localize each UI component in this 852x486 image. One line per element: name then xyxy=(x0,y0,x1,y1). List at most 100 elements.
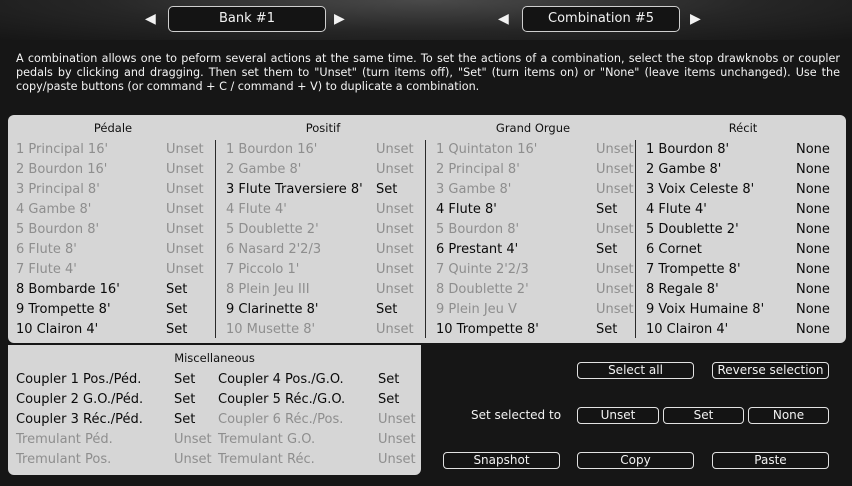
stop-name: 8 Doublette 2' xyxy=(436,282,529,297)
stop-row[interactable]: 4 Flute 4' None xyxy=(646,200,842,220)
division-recit: Récit 1 Bourdon 8' None 2 Gambe 8' None 3 Voi… xyxy=(638,115,848,343)
stop-state: Unset xyxy=(596,302,634,317)
column-divider xyxy=(215,140,216,338)
combination-selector[interactable]: Combination #5 xyxy=(522,6,680,32)
stop-row[interactable]: 5 Doublette 2' Unset xyxy=(226,220,422,240)
reverse-selection-button[interactable]: Reverse selection xyxy=(712,362,829,379)
stop-row[interactable]: 10 Trompette 8' Set xyxy=(436,320,632,340)
paste-button[interactable]: Paste xyxy=(712,452,829,469)
stop-state: None xyxy=(796,182,830,197)
stop-row[interactable]: 3 Gambe 8' Unset xyxy=(436,180,634,200)
stop-state: Set xyxy=(166,322,188,337)
stop-name: 6 Prestant 4' xyxy=(436,242,519,257)
stop-row[interactable]: 9 Voix Humaine 8' None xyxy=(646,300,842,320)
stop-name: 1 Principal 16' xyxy=(16,142,109,157)
misc-row[interactable]: Coupler 4 Pos./G.O. Set xyxy=(218,370,418,390)
misc-row[interactable]: Coupler 2 G.O./Péd. Set xyxy=(16,390,216,410)
copy-button[interactable]: Copy xyxy=(577,452,694,469)
stop-row[interactable]: 8 Plein Jeu III Unset xyxy=(226,280,422,300)
stop-row[interactable]: 1 Bourdon 8' None xyxy=(646,140,842,160)
description-text: A combination allows one to peform sever… xyxy=(16,52,840,93)
stop-row[interactable]: 2 Bourdon 16' Unset xyxy=(16,160,212,180)
stop-name: 10 Musette 8' xyxy=(226,322,316,337)
stop-row[interactable]: 6 Nasard 2'2/3 Unset xyxy=(226,240,422,260)
stop-name: 3 Gambe 8' xyxy=(436,182,512,197)
stop-row[interactable]: 10 Clairon 4' None xyxy=(646,320,842,340)
bank-selector[interactable]: Bank #1 xyxy=(168,6,326,32)
stop-row[interactable]: 10 Musette 8' Unset xyxy=(226,320,422,340)
stop-row[interactable]: 7 Trompette 8' None xyxy=(646,260,842,280)
stop-name: 4 Flute 8' xyxy=(436,202,497,217)
stop-row[interactable]: 9 Plein Jeu V Unset xyxy=(436,300,634,320)
stop-row[interactable]: 1 Bourdon 16' Unset xyxy=(226,140,422,160)
stop-row[interactable]: 7 Flute 4' Unset xyxy=(16,260,212,280)
stop-row[interactable]: 1 Quintaton 16' Unset xyxy=(436,140,634,160)
stop-row[interactable]: 5 Doublette 2' None xyxy=(646,220,842,240)
stop-name: 9 Trompette 8' xyxy=(16,302,111,317)
stop-state: Unset xyxy=(166,162,204,177)
combination-prev-icon[interactable]: ◀ xyxy=(498,11,509,27)
stop-row[interactable]: 6 Prestant 4' Set xyxy=(436,240,632,260)
stop-row[interactable]: 6 Cornet None xyxy=(646,240,842,260)
stop-row[interactable]: 3 Principal 8' Unset xyxy=(16,180,212,200)
stops-panel: Pédale 1 Principal 16' Unset 2 Bourdon 16' U… xyxy=(8,115,846,343)
stop-row[interactable]: 5 Bourdon 8' Unset xyxy=(16,220,212,240)
stop-state: Unset xyxy=(596,182,634,197)
misc-row[interactable]: Coupler 6 Réc./Pos. Unset xyxy=(218,410,418,430)
stop-row[interactable]: 1 Principal 16' Unset xyxy=(16,140,212,160)
stop-name: 3 Principal 8' xyxy=(16,182,100,197)
misc-row[interactable]: Tremulant Réc. Unset xyxy=(218,450,418,470)
stop-name: 8 Bombarde 16' xyxy=(16,282,120,297)
bank-prev-icon[interactable]: ◀ xyxy=(145,11,156,27)
stop-row[interactable]: 7 Quinte 2'2/3 Unset xyxy=(436,260,634,280)
misc-state: Set xyxy=(174,392,196,407)
stop-row[interactable]: 7 Piccolo 1' Unset xyxy=(226,260,422,280)
stop-row[interactable]: 8 Bombarde 16' Set xyxy=(16,280,212,300)
misc-row[interactable]: Coupler 3 Réc./Péd. Set xyxy=(16,410,216,430)
stop-name: 8 Regale 8' xyxy=(646,282,719,297)
stop-row[interactable]: 4 Gambe 8' Unset xyxy=(16,200,212,220)
stop-row[interactable]: 3 Voix Celeste 8' None xyxy=(646,180,842,200)
stop-state: Unset xyxy=(166,262,204,277)
misc-state: Set xyxy=(174,372,196,387)
stop-row[interactable]: 3 Flute Traversiere 8' Set xyxy=(226,180,422,200)
misc-name: Coupler 6 Réc./Pos. xyxy=(218,412,344,427)
stop-row[interactable]: 8 Doublette 2' Unset xyxy=(436,280,634,300)
misc-row[interactable]: Coupler 1 Pos./Péd. Set xyxy=(16,370,216,390)
stop-state: Set xyxy=(596,202,618,217)
top-bar xyxy=(0,0,852,40)
stop-row[interactable]: 4 Flute 8' Set xyxy=(436,200,632,220)
stop-name: 2 Bourdon 16' xyxy=(16,162,108,177)
stop-name: 1 Bourdon 8' xyxy=(646,142,730,157)
stop-state: None xyxy=(796,202,830,217)
stop-state: Unset xyxy=(596,262,634,277)
misc-row[interactable]: Tremulant Péd. Unset xyxy=(16,430,216,450)
stop-row[interactable]: 6 Flute 8' Unset xyxy=(16,240,212,260)
stop-row[interactable]: 8 Regale 8' None xyxy=(646,280,842,300)
stop-row[interactable]: 10 Clairon 4' Set xyxy=(16,320,212,340)
combination-next-icon[interactable]: ▶ xyxy=(690,11,701,27)
select-all-button[interactable]: Select all xyxy=(577,362,694,379)
stop-state: Set xyxy=(376,302,398,317)
set-none-button[interactable]: None xyxy=(748,407,829,424)
stop-name: 10 Clairon 4' xyxy=(16,322,99,337)
stop-row[interactable]: 4 Flute 4' Unset xyxy=(226,200,422,220)
misc-row[interactable]: Tremulant Pos. Unset xyxy=(16,450,216,470)
set-unset-button[interactable]: Unset xyxy=(577,407,659,424)
stop-row[interactable]: 5 Bourdon 8' Unset xyxy=(436,220,634,240)
stop-row[interactable]: 9 Clarinette 8' Set xyxy=(226,300,422,320)
division-title: Grand Orgue xyxy=(495,121,571,135)
stop-state: Unset xyxy=(376,262,414,277)
stop-state: Unset xyxy=(166,202,204,217)
set-set-button[interactable]: Set xyxy=(663,407,744,424)
snapshot-button[interactable]: Snapshot xyxy=(443,452,560,469)
stop-row[interactable]: 2 Principal 8' Unset xyxy=(436,160,634,180)
bank-next-icon[interactable]: ▶ xyxy=(334,11,345,27)
misc-row[interactable]: Coupler 5 Réc./G.O. Set xyxy=(218,390,418,410)
stop-row[interactable]: 2 Gambe 8' Unset xyxy=(226,160,422,180)
division-title: Récit xyxy=(728,121,758,135)
misc-state: Unset xyxy=(378,432,416,447)
misc-row[interactable]: Tremulant G.O. Unset xyxy=(218,430,418,450)
stop-row[interactable]: 9 Trompette 8' Set xyxy=(16,300,212,320)
stop-row[interactable]: 2 Gambe 8' None xyxy=(646,160,842,180)
